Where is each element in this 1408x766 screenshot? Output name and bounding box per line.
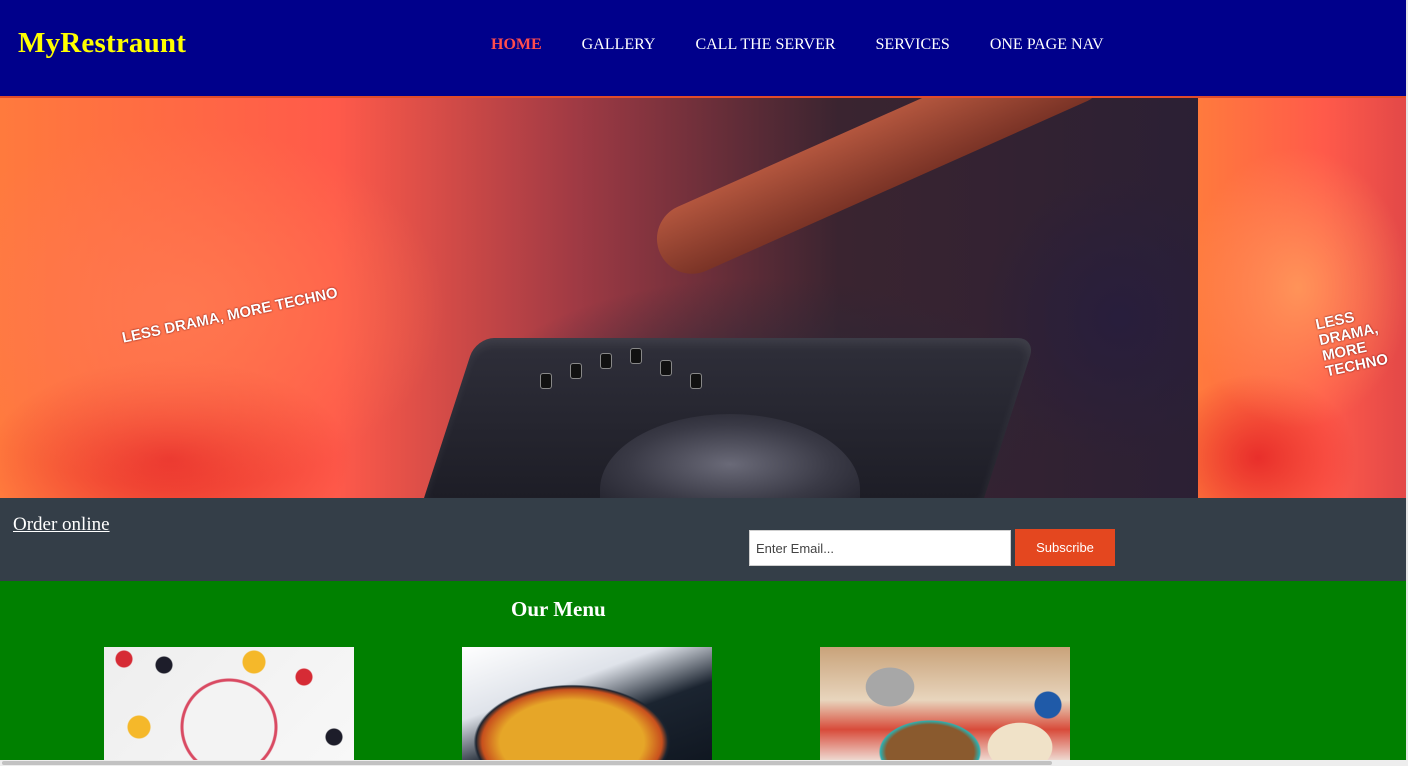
hero-knob	[660, 360, 672, 376]
hero-knob	[690, 373, 702, 389]
menu-title: Our Menu	[511, 597, 606, 621]
menu-item-paella-image[interactable]	[462, 647, 712, 765]
hero-knob	[630, 348, 642, 364]
hero-knob	[600, 353, 612, 369]
horizontal-scrollbar-thumb[interactable]	[2, 761, 1052, 765]
nav-services[interactable]: SERVICES	[876, 36, 950, 54]
hero-knob	[540, 373, 552, 389]
nav-call-the-server[interactable]: CALL THE SERVER	[695, 36, 835, 54]
hero-repeat-tile	[1198, 98, 1408, 498]
hero-knob	[570, 363, 582, 379]
order-online-link[interactable]: Order online	[13, 514, 110, 536]
menu-item-fruit-image[interactable]	[104, 647, 354, 765]
site-header: MyRestraunt HOME GALLERY CALL THE SERVER…	[0, 0, 1406, 98]
menu-item-tacos-image[interactable]	[820, 647, 1070, 765]
main-nav: HOME GALLERY CALL THE SERVER SERVICES ON…	[491, 36, 1144, 54]
nav-gallery[interactable]: GALLERY	[582, 36, 656, 54]
brand-logo[interactable]: MyRestraunt	[18, 27, 186, 60]
subscribe-button[interactable]: Subscribe	[1015, 529, 1115, 566]
menu-section: Our Menu	[0, 581, 1408, 766]
nav-one-page-nav[interactable]: ONE PAGE NAV	[990, 36, 1104, 54]
email-input[interactable]	[749, 530, 1011, 566]
subscribe-bar: Order online Subscribe	[0, 498, 1408, 581]
hero-banner-image: LESS DRAMA, MORE TECHNO LESS DRAMA, MORE…	[0, 98, 1408, 498]
nav-home[interactable]: HOME	[491, 36, 542, 54]
